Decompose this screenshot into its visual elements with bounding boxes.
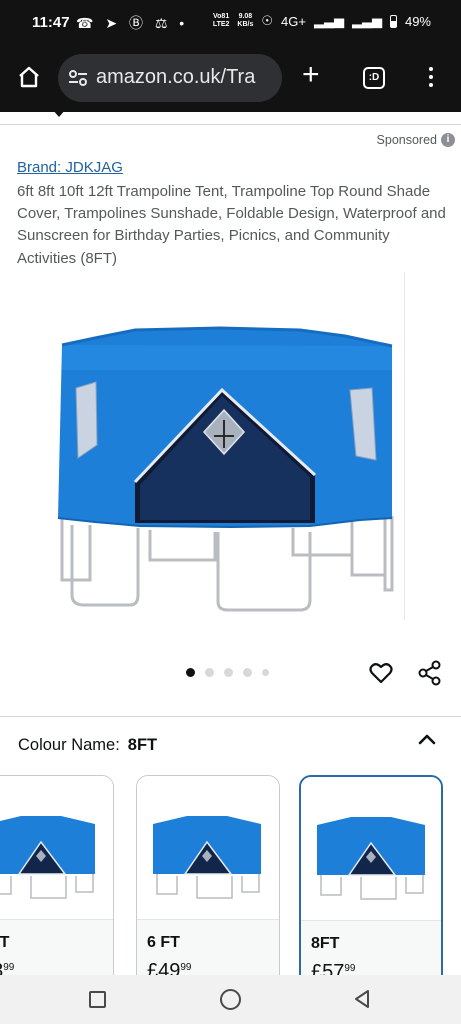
carousel-dot[interactable]	[205, 668, 214, 677]
address-bar[interactable]: amazon.co.uk/Tra	[58, 54, 282, 102]
carousel-dot[interactable]	[186, 668, 195, 677]
carousel-dot[interactable]	[243, 668, 252, 677]
chevron-up-icon[interactable]	[417, 731, 437, 747]
colour-label: Colour Name:	[18, 736, 120, 754]
brand-link[interactable]: Brand: JDKJAG	[17, 159, 123, 176]
back-icon[interactable]	[353, 989, 371, 1009]
divider	[0, 716, 461, 717]
hotspot-icon: ☉	[261, 13, 274, 28]
status-bar: 11:47 ☎ ➤ Ⓑ ⚖ • Vo81 LTE2 9.08 KB/s ☉ 4G…	[0, 0, 461, 50]
swatch-price: £5799	[311, 961, 356, 975]
browser-toolbar: amazon.co.uk/Tra + :D	[0, 50, 461, 112]
swatch-price: £4999	[147, 960, 192, 975]
tab-switcher-button[interactable]: :D	[363, 67, 385, 89]
colour-name-row[interactable]: Colour Name: 8FT	[18, 736, 157, 755]
carousel-indicator[interactable]	[186, 668, 269, 677]
site-settings-icon[interactable]	[68, 69, 88, 87]
signal-icon: ▂▃▅	[313, 13, 344, 28]
colour-value: 8FT	[127, 736, 158, 754]
divider	[0, 124, 461, 125]
network-type: 4G+	[281, 13, 306, 29]
status-right: Vo81 LTE2 9.08 KB/s ☉ 4G+ ▂▃▅ ▂▃▅ 49%	[213, 13, 431, 29]
battery-icon	[389, 14, 397, 28]
swatch-thumbnail	[0, 816, 95, 899]
url-text: amazon.co.uk/Tra	[96, 66, 256, 88]
network-speed: 9.08 KB/s	[237, 13, 254, 28]
swatch-card-selected[interactable]: 8FT £5799	[299, 775, 443, 975]
volte-indicator: Vo81 LTE2	[212, 13, 230, 28]
swatch-card[interactable]: 6 FT £4999	[136, 775, 280, 975]
variant-swatches: 2FT £399 6 FT £4999 8FT £5799	[0, 775, 461, 975]
new-tab-icon[interactable]: +	[302, 60, 320, 90]
signal-icon-2: ▂▃▅	[351, 13, 382, 28]
home-circle-icon[interactable]	[220, 989, 241, 1010]
swatch-price: £399	[0, 960, 15, 975]
home-icon[interactable]	[16, 64, 42, 90]
swatch-name: 8FT	[311, 935, 340, 952]
product-image[interactable]	[0, 270, 461, 650]
product-title[interactable]: 6ft 8ft 10ft 12ft Trampoline Tent, Tramp…	[17, 181, 447, 270]
swatch-name: 2FT	[0, 934, 10, 951]
info-icon[interactable]: i	[441, 133, 455, 147]
sponsored-label[interactable]: Sponsored i	[377, 133, 455, 147]
swatch-thumbnail	[317, 817, 425, 900]
system-nav-bar	[0, 975, 461, 1024]
image-separator	[404, 272, 405, 620]
swatch-thumbnail	[153, 816, 261, 899]
carousel-dot[interactable]	[224, 668, 233, 677]
recents-icon[interactable]	[89, 991, 106, 1008]
heart-icon[interactable]	[368, 660, 394, 686]
clock: 11:47	[32, 14, 70, 31]
swatch-card[interactable]: 2FT £399	[0, 775, 114, 975]
more-menu-icon[interactable]	[428, 67, 434, 89]
share-icon[interactable]	[417, 660, 443, 686]
notch-pointer	[52, 109, 66, 117]
carousel-dot[interactable]	[262, 669, 269, 676]
notification-icons: ☎ ➤ Ⓑ ⚖ •	[76, 15, 189, 31]
battery-level: 49%	[404, 13, 431, 29]
swatch-name: 6 FT	[147, 934, 180, 951]
